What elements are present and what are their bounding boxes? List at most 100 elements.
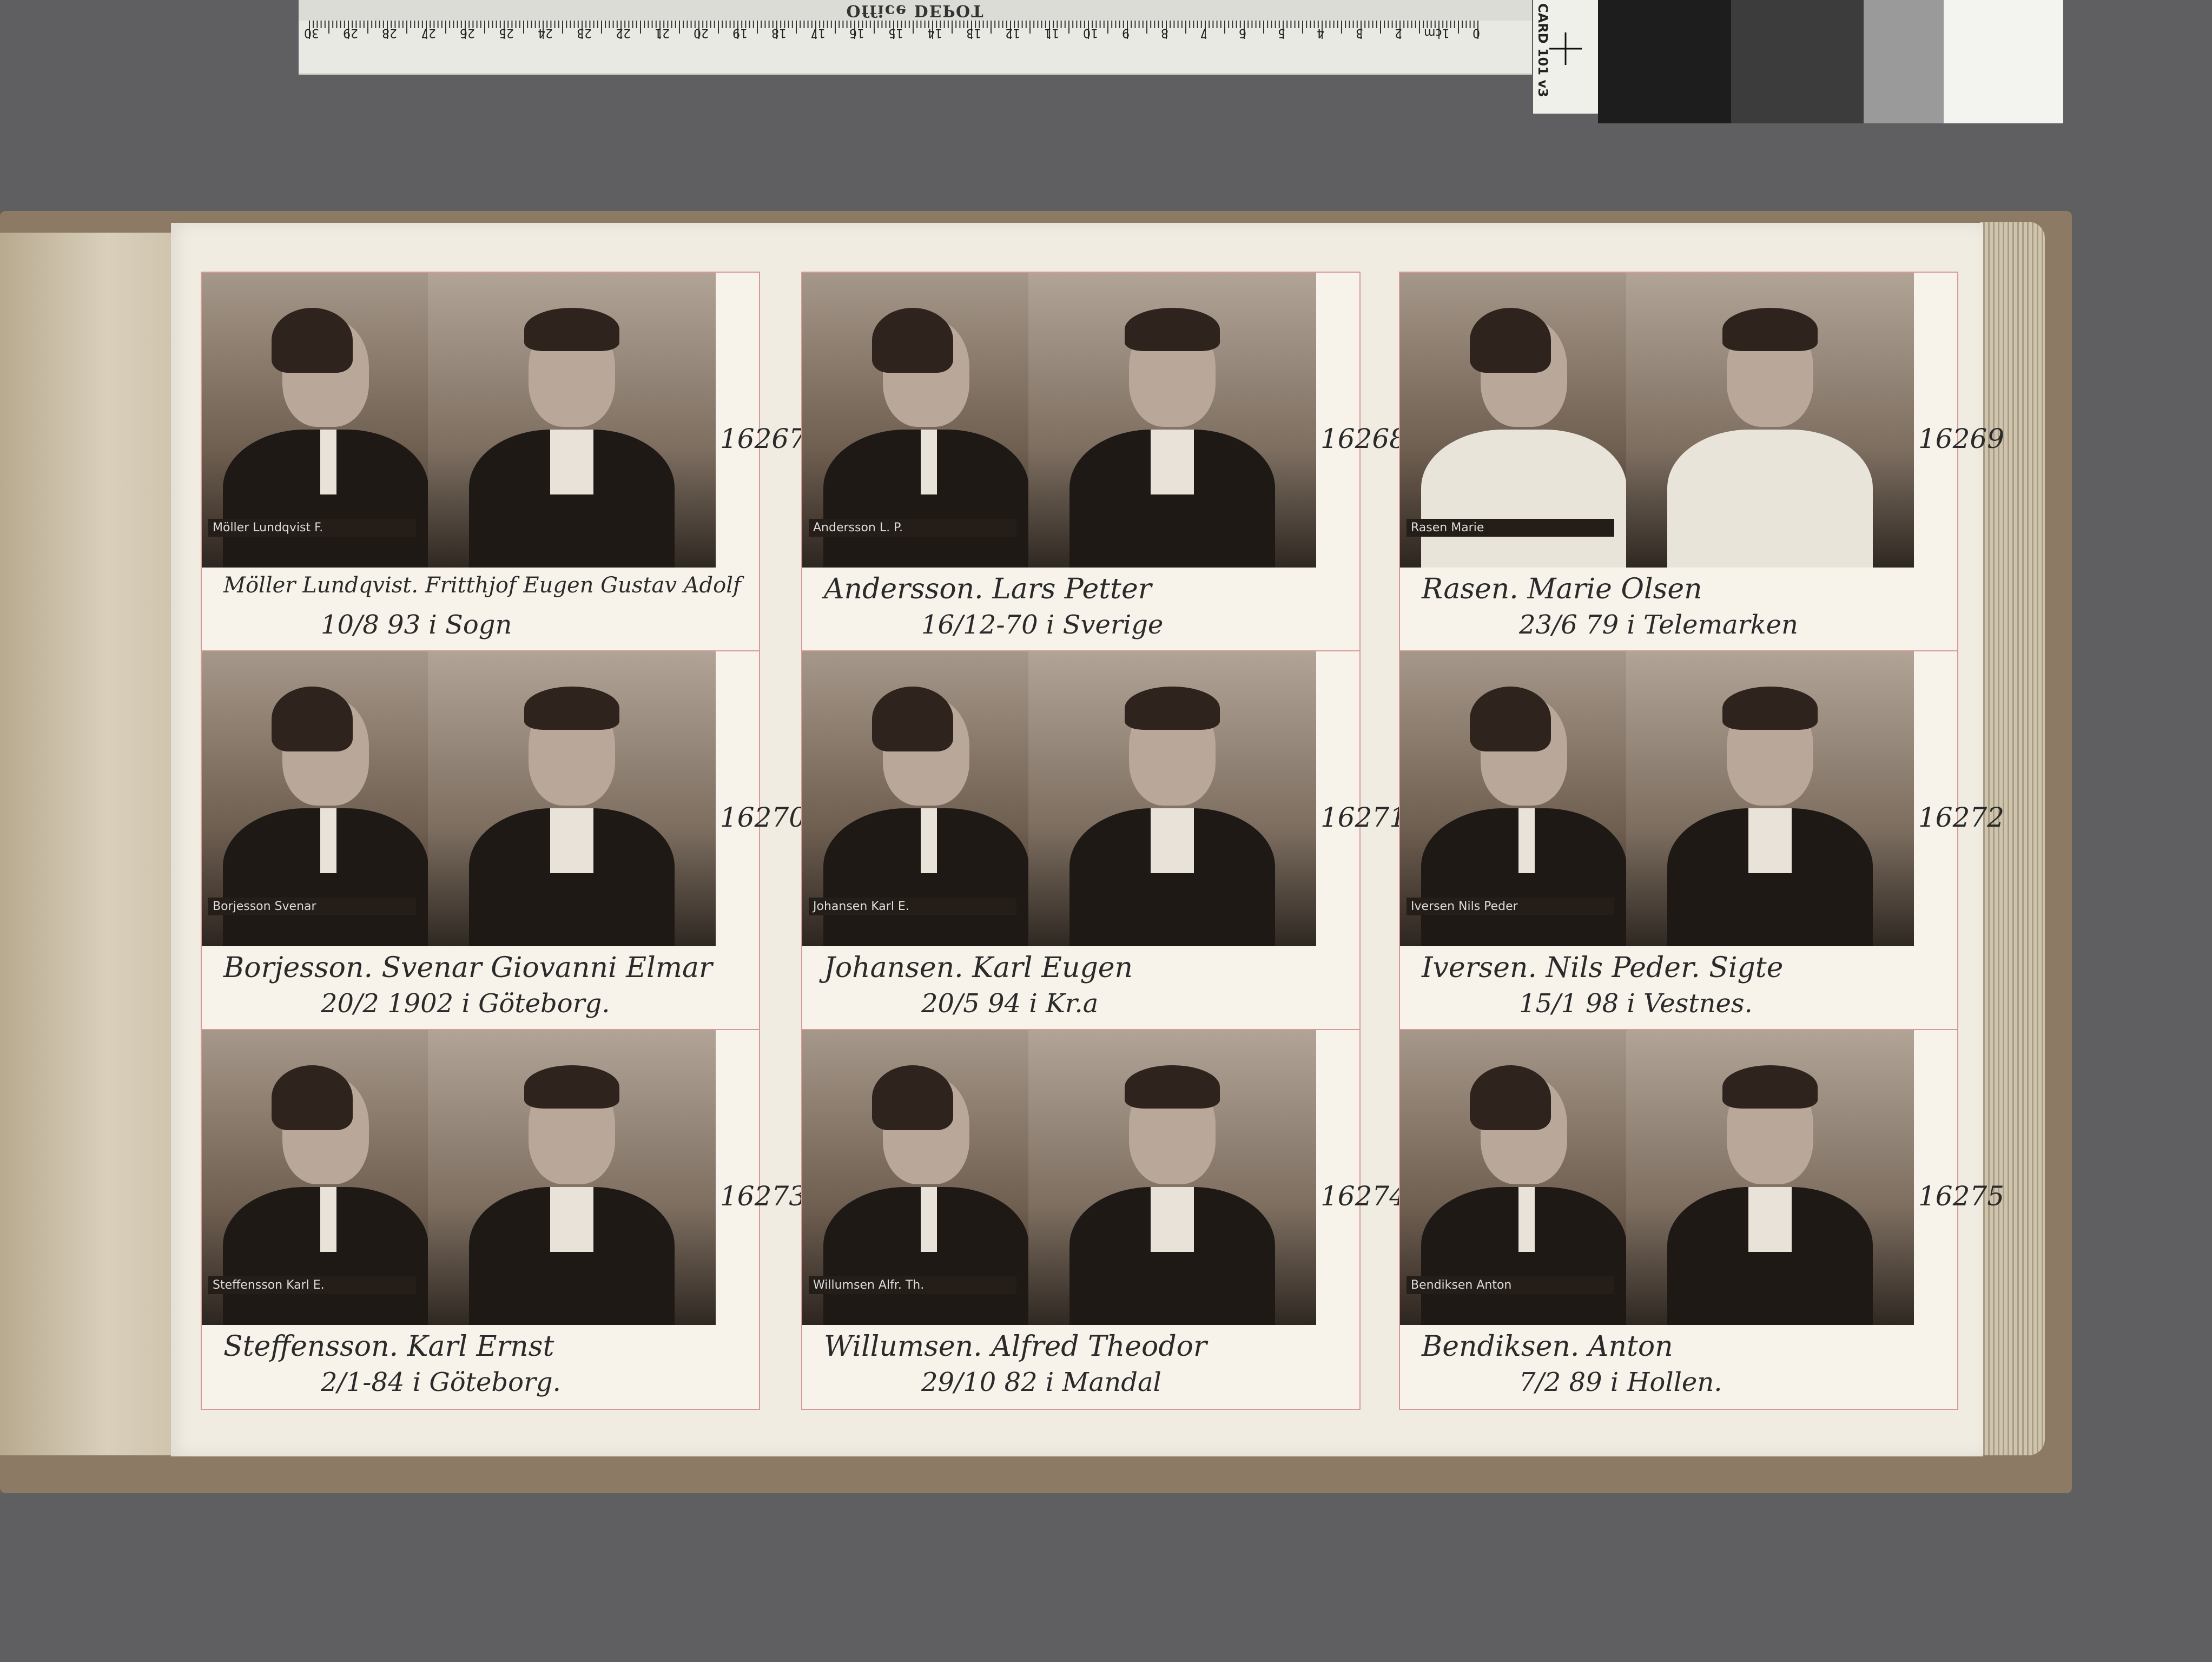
figure-hair [272,687,353,751]
figure-hair [1470,1065,1551,1130]
ruler-number: 24 [538,26,553,39]
mugshot-photo: Rasen Marie [1400,273,1914,568]
figure-shirt [1748,1187,1792,1252]
figure-hair [1722,687,1818,730]
figure-hair [1722,1065,1818,1109]
ruler-number: 18 [771,26,787,39]
mugshot-photo: Willumsen Alfr. Th. [802,1030,1316,1325]
color-card: CARD 101 v3 [1533,0,1598,114]
ruler-ticks [309,21,1478,39]
name-plate: Johansen Karl E. [809,898,1016,915]
record-name: Andersson. Lars Petter [824,573,1152,605]
figure-hair [524,687,619,730]
record-name: Johansen. Karl Eugen [824,952,1133,984]
ruler-number: 17 [810,26,826,39]
register-number: 16272 [1918,802,2005,833]
register-number: 16275 [1918,1180,2005,1212]
figure-shirt [921,808,937,873]
figure-hair [872,687,953,751]
grey-patch [1943,0,2063,123]
figure-hair [1470,308,1551,373]
record-card: Bendiksen Anton Bendiksen. Anton 7/2 89 i … [1399,1029,1958,1410]
record-name: Iversen. Nils Peder. Sigte [1422,952,1784,984]
record-birth: 2/1-84 i Göteborg. [321,1367,561,1397]
figure-shirt [1151,430,1194,494]
profile-view: Rasen Marie [1400,273,1627,568]
ruler-number: 4 [1317,26,1324,39]
ruler-number: 3 [1356,26,1363,39]
ruler-number: 25 [499,26,514,39]
register-number: 16271 [1320,802,1407,833]
record-card: Johansen Karl E. Johansen. Karl Eugen 20/5… [801,650,1361,1031]
ruler-number: 30 [304,26,319,39]
register-number: 16268 [1320,423,1407,454]
record-card: Iversen Nils Peder Iversen. Nils Peder. S… [1399,650,1958,1031]
figure-shirt [1518,1187,1535,1252]
ruler-number: 14 [927,26,942,39]
record-card: Möller Lundqvist F. Möller Lundqvist. Fri… [201,272,760,652]
record-card: Steffensson Karl E. Steffensson. Karl Ern… [201,1029,760,1410]
figure-shirt [1518,808,1535,873]
grey-patch [1864,0,1944,123]
ruler-number: 11 [1044,26,1059,39]
ruler-number: 26 [460,26,475,39]
ruler-number: 20 [694,26,709,39]
record-birth: 29/10 82 i Mandal [921,1367,1161,1397]
figure-hair [524,308,619,351]
figure-hair [524,1065,619,1109]
name-plate: Bendiksen Anton [1407,1276,1614,1294]
ruler-number: 13 [966,26,981,39]
record-name: Rasen. Marie Olsen [1422,573,1702,605]
name-plate: Steffensson Karl E. [208,1276,416,1294]
ruler-number: 19 [732,26,748,39]
frontal-view [1028,651,1316,946]
ruler-number: 16 [849,26,864,39]
mugshot-photo: Möller Lundqvist F. [202,273,716,568]
name-plate: Rasen Marie [1407,519,1614,537]
figure-hair [1125,1065,1220,1109]
record-birth: 15/1 98 i Vestnes. [1519,988,1753,1019]
ruler-number: 29 [343,26,358,39]
frontal-view [1028,273,1316,568]
figure-shirt [320,430,336,494]
grey-patch [1598,0,1731,123]
ruler-number: 9 [1122,26,1130,39]
frontal-view [1626,1030,1914,1325]
profile-view: Willumsen Alfr. Th. [802,1030,1029,1325]
figure-shirt [320,808,336,873]
figure-shirt [550,1187,593,1252]
frontal-view [1626,651,1914,946]
crosshair-icon [1549,32,1582,65]
record-birth: 20/2 1902 i Göteborg. [321,988,610,1019]
record-card: Willumsen Alfr. Th. Willumsen. Alfred The… [801,1029,1361,1410]
ruler-number: 15 [888,26,903,39]
record-name: Borjesson. Svenar Giovanni Elmar [223,952,712,984]
record-name: Möller Lundqvist. Fritthjof Eugen Gustav… [223,573,741,598]
ruler-number: 12 [1005,26,1020,39]
record-birth: 20/5 94 i Kr.a [921,988,1099,1019]
color-card-label: CARD 101 v3 [1535,3,1550,97]
record-card: Rasen Marie Rasen. Marie Olsen 23/6 79 i T… [1399,272,1958,652]
record-name: Steffensson. Karl Ernst [223,1330,554,1363]
ruler-brand: Office DEPOT [299,0,1532,21]
ruler-number: 21 [655,26,670,39]
frontal-view [428,273,716,568]
ruler-number: 6 [1239,26,1246,39]
figure-hair [272,1065,353,1130]
record-card: Andersson L. P. Andersson. Lars Petter 16/… [801,272,1361,652]
ruler-number: 27 [421,26,436,39]
figure-shirt [1151,1187,1194,1252]
record-name: Bendiksen. Anton [1422,1330,1673,1363]
register-number: 16269 [1918,423,2005,454]
figure-hair [1125,687,1220,730]
ruler-number: 7 [1200,26,1207,39]
mugshot-photo: Steffensson Karl E. [202,1030,716,1325]
profile-view: Iversen Nils Peder [1400,651,1627,946]
profile-view: Möller Lundqvist F. [202,273,429,568]
left-page [0,233,181,1455]
ruler-number: 10 [1083,26,1098,39]
record-birth: 7/2 89 i Hollen. [1519,1367,1722,1397]
profile-view: Bendiksen Anton [1400,1030,1627,1325]
figure-hair [272,308,353,373]
record-birth: 23/6 79 i Telemarken [1519,610,1798,640]
